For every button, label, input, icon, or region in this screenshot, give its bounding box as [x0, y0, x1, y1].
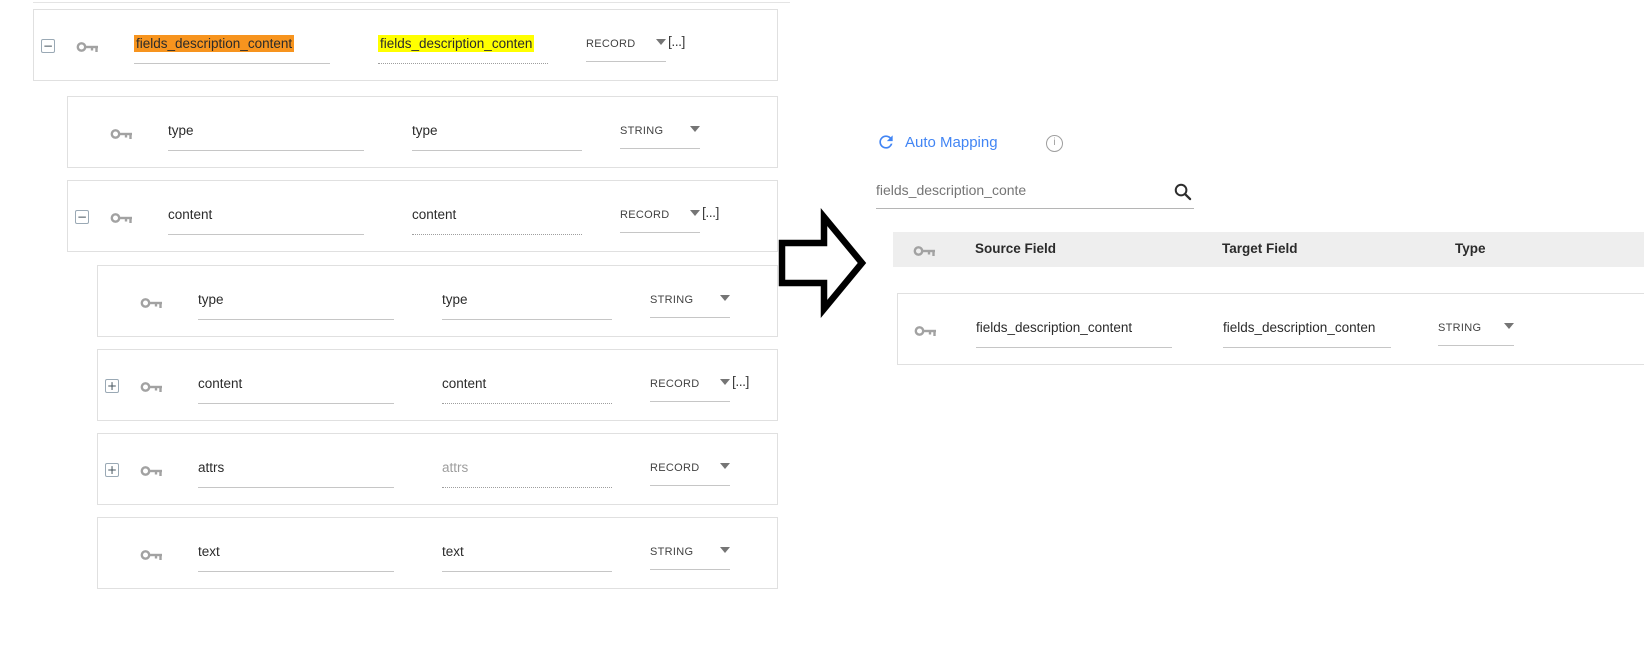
target-field-input[interactable]: text	[442, 542, 612, 572]
refresh-icon	[876, 132, 896, 152]
type-label: STRING	[650, 546, 693, 558]
key-icon	[913, 244, 936, 258]
divider	[33, 2, 790, 3]
dropdown-caret-icon	[720, 547, 730, 553]
source-field-input[interactable]: content	[168, 205, 364, 235]
source-field-input[interactable]: fields_description_content	[134, 34, 330, 64]
target-field-input[interactable]: fields_description_conten	[378, 34, 548, 64]
field-mapping-screen: − fields_description_content fields_desc…	[0, 0, 1644, 655]
target-field-input[interactable]: attrs	[442, 458, 612, 488]
target-field-input[interactable]: content	[442, 374, 612, 404]
type-dropdown[interactable]: STRING	[620, 125, 700, 149]
type-label: STRING	[650, 294, 693, 306]
key-icon	[140, 296, 163, 310]
key-icon	[110, 211, 133, 225]
source-field-input[interactable]: attrs	[198, 458, 394, 488]
target-field-input[interactable]: type	[412, 121, 582, 151]
target-field-input[interactable]: type	[442, 290, 612, 320]
type-dropdown[interactable]: STRING	[1438, 322, 1514, 346]
search-icon	[1173, 182, 1192, 201]
type-dropdown[interactable]: RECORD	[650, 378, 730, 402]
key-icon	[110, 127, 133, 141]
schema-field-row: + content content RECORD [...]	[97, 349, 778, 421]
type-label: RECORD	[650, 378, 699, 390]
key-icon	[140, 380, 163, 394]
type-dropdown[interactable]: RECORD	[620, 209, 700, 233]
type-dropdown[interactable]: RECORD	[650, 462, 730, 486]
source-field-input[interactable]: fields_description_content	[976, 318, 1172, 348]
type-dropdown[interactable]: STRING	[650, 294, 730, 318]
type-label: RECORD	[650, 462, 699, 474]
type-dropdown[interactable]: RECORD	[586, 38, 666, 62]
dropdown-caret-icon	[690, 210, 700, 216]
auto-mapping-button[interactable]: Auto Mapping	[876, 132, 998, 152]
schema-field-row: text text STRING	[97, 517, 778, 589]
search-input[interactable]	[876, 180, 1164, 198]
dropdown-caret-icon	[720, 379, 730, 385]
source-field-input[interactable]: content	[198, 374, 394, 404]
target-field-input[interactable]: fields_description_conten	[1223, 318, 1391, 348]
dropdown-caret-icon	[690, 126, 700, 132]
info-icon[interactable]: i	[1046, 135, 1063, 152]
record-fields-bracket: [...]	[702, 204, 719, 220]
expand-row-button[interactable]: +	[105, 463, 119, 477]
type-label: STRING	[620, 125, 663, 137]
mapping-table-header: Source Field Target Field Type	[893, 232, 1644, 267]
column-header-source-field: Source Field	[975, 241, 1056, 256]
type-label: RECORD	[620, 209, 669, 221]
record-fields-bracket: [...]	[668, 33, 685, 49]
target-field-text: fields_description_conten	[378, 35, 534, 52]
column-header-type: Type	[1455, 241, 1486, 256]
search-field	[876, 180, 1194, 209]
schema-field-row: + attrs attrs RECORD	[97, 433, 778, 505]
schema-field-row: − fields_description_content fields_desc…	[33, 9, 778, 81]
source-field-input[interactable]: type	[198, 290, 394, 320]
key-icon	[914, 324, 937, 338]
mapping-table-row: fields_description_content fields_descri…	[897, 293, 1644, 365]
key-icon	[76, 40, 99, 54]
source-field-input[interactable]: text	[198, 542, 394, 572]
auto-mapping-label: Auto Mapping	[905, 134, 998, 151]
type-label: RECORD	[586, 38, 635, 50]
collapse-row-button[interactable]: −	[75, 210, 89, 224]
expand-row-button[interactable]: +	[105, 379, 119, 393]
type-label: STRING	[1438, 322, 1481, 334]
key-icon	[140, 548, 163, 562]
dropdown-caret-icon	[720, 295, 730, 301]
dropdown-caret-icon	[1504, 323, 1514, 329]
source-field-text: fields_description_content	[134, 35, 294, 52]
transform-arrow-icon	[776, 207, 868, 319]
schema-field-row: − content content RECORD [...]	[67, 180, 778, 252]
dropdown-caret-icon	[720, 463, 730, 469]
schema-field-row: type type STRING	[97, 265, 778, 337]
collapse-row-button[interactable]: −	[41, 39, 55, 53]
record-fields-bracket: [...]	[732, 373, 749, 389]
dropdown-caret-icon	[656, 39, 666, 45]
type-dropdown[interactable]: STRING	[650, 546, 730, 570]
target-field-input[interactable]: content	[412, 205, 582, 235]
column-header-target-field: Target Field	[1222, 241, 1298, 256]
source-field-input[interactable]: type	[168, 121, 364, 151]
key-icon	[140, 464, 163, 478]
schema-field-row: type type STRING	[67, 96, 778, 168]
